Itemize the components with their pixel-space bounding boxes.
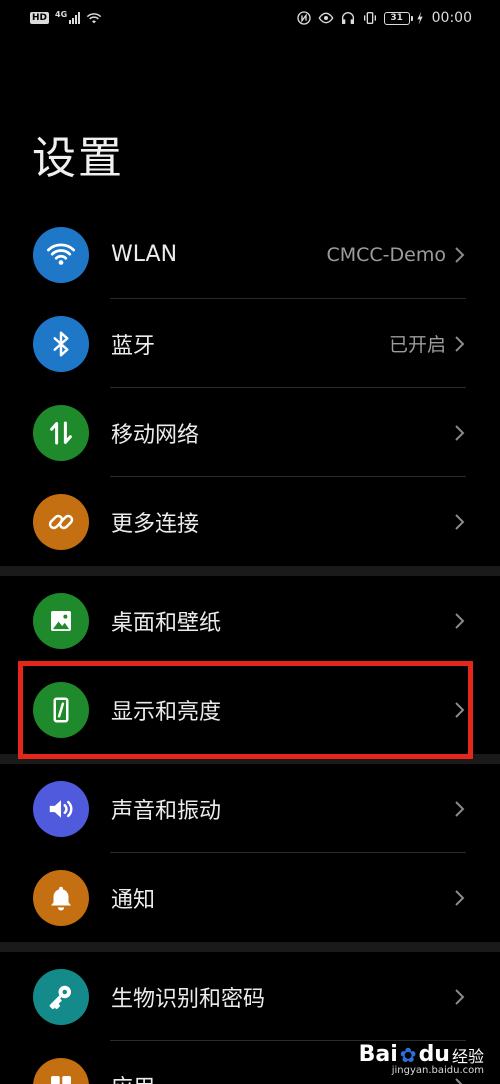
key-icon bbox=[49, 985, 71, 1009]
settings-item-label: 显示和亮度 bbox=[111, 699, 222, 725]
bluetooth-icon-badge bbox=[33, 315, 89, 372]
settings-group-display: 桌面和壁纸 显示和亮度 bbox=[0, 576, 500, 754]
settings-group-connectivity: WLAN CMCC-Demo 蓝牙 已开启 移动网络 更多连接 bbox=[0, 210, 500, 566]
page-title: 设置 bbox=[32, 133, 124, 184]
wallpaper-icon bbox=[51, 610, 71, 631]
chevron-right-icon bbox=[455, 889, 465, 906]
network-type: 4G bbox=[55, 9, 68, 19]
clock: 00:00 bbox=[431, 10, 472, 26]
chevron-right-icon bbox=[455, 513, 465, 530]
nfc-icon bbox=[296, 11, 311, 25]
status-bar: HD 4G 31 00:00 bbox=[0, 0, 500, 36]
chevron-right-icon bbox=[455, 988, 465, 1005]
charging-icon bbox=[416, 11, 423, 25]
vibrate-icon bbox=[363, 12, 376, 24]
settings-item-notifications[interactable]: 通知 bbox=[0, 853, 500, 942]
battery-icon: 31 bbox=[383, 11, 413, 25]
biometrics-icon-badge bbox=[33, 968, 89, 1025]
settings-item-label: 移动网络 bbox=[111, 422, 200, 448]
wlan-icon-badge bbox=[33, 226, 89, 283]
settings-screen: HD 4G 31 00:00 设置 WLAN CMCC-Demo 蓝牙 已开启 … bbox=[0, 0, 500, 1084]
signal-icon bbox=[69, 12, 81, 24]
settings-item-sound-vibration[interactable]: 声音和振动 bbox=[0, 764, 500, 853]
wallpaper-icon-badge bbox=[33, 592, 89, 649]
display-brightness-icon bbox=[53, 697, 69, 722]
settings-item-more-connections[interactable]: 更多连接 bbox=[0, 477, 500, 566]
watermark-brand: Bai bbox=[358, 1042, 398, 1067]
settings-item-label: 生物识别和密码 bbox=[111, 986, 266, 1012]
settings-list: WLAN CMCC-Demo 蓝牙 已开启 移动网络 更多连接 桌面和壁纸 显示… bbox=[0, 210, 500, 1084]
mobile-network-icon-badge bbox=[33, 404, 89, 461]
watermark-product: 经验 bbox=[451, 1046, 484, 1066]
settings-item-label: 通知 bbox=[111, 887, 156, 913]
apps-icon-badge bbox=[33, 1057, 89, 1084]
more-connections-icon-badge bbox=[33, 493, 89, 550]
link-icon bbox=[48, 514, 74, 529]
chevron-right-icon bbox=[455, 1077, 463, 1084]
settings-item-value: CMCC-Demo bbox=[326, 243, 446, 266]
chevron-right-icon bbox=[455, 612, 465, 629]
group-separator bbox=[0, 566, 500, 576]
settings-item-wlan[interactable]: WLAN CMCC-Demo bbox=[0, 210, 500, 299]
settings-item-mobile-network[interactable]: 移动网络 bbox=[0, 388, 500, 477]
settings-item-label: 桌面和壁纸 bbox=[111, 610, 222, 636]
battery-level: 31 bbox=[390, 13, 403, 23]
settings-item-wallpaper[interactable]: 桌面和壁纸 bbox=[0, 576, 500, 665]
settings-item-value: 已开启 bbox=[388, 334, 446, 356]
settings-item-label: WLAN bbox=[111, 242, 178, 267]
hd-badge: HD bbox=[30, 12, 50, 24]
status-left: HD 4G bbox=[30, 10, 102, 26]
display-icon-badge bbox=[33, 681, 89, 738]
settings-item-bluetooth[interactable]: 蓝牙 已开启 bbox=[0, 299, 500, 388]
settings-item-label: 蓝牙 bbox=[111, 333, 156, 359]
sound-icon bbox=[49, 799, 73, 818]
settings-item-biometrics-password[interactable]: 生物识别和密码 bbox=[0, 952, 500, 1041]
sound-icon-badge bbox=[33, 780, 89, 837]
watermark-brand-suffix: du bbox=[418, 1042, 450, 1067]
settings-item-display-brightness[interactable]: 显示和亮度 bbox=[0, 665, 500, 754]
watermark-logo: Bai ✿ du 经验 bbox=[359, 1042, 484, 1067]
group-separator bbox=[0, 942, 500, 952]
eye-comfort-icon bbox=[318, 12, 334, 24]
bell-icon bbox=[51, 886, 71, 910]
mobile-data-icon bbox=[50, 421, 72, 444]
baidu-jingyan-watermark: Bai ✿ du 经验 jingyan.baidu.com bbox=[359, 1042, 484, 1076]
status-right: 31 00:00 bbox=[296, 10, 472, 26]
headphone-icon bbox=[341, 12, 354, 24]
settings-item-label: 更多连接 bbox=[111, 511, 200, 537]
chevron-right-icon bbox=[455, 246, 465, 263]
settings-item-label: 声音和振动 bbox=[111, 798, 222, 824]
group-separator bbox=[0, 754, 500, 764]
notifications-icon-badge bbox=[33, 869, 89, 926]
chevron-right-icon bbox=[455, 424, 465, 441]
bluetooth-icon bbox=[53, 331, 69, 356]
paw-icon: ✿ bbox=[399, 1042, 417, 1067]
settings-group-sound: 声音和振动 通知 bbox=[0, 764, 500, 942]
apps-icon bbox=[51, 1075, 71, 1084]
chevron-right-icon bbox=[455, 335, 465, 352]
chevron-right-icon bbox=[455, 800, 465, 817]
wifi-icon bbox=[47, 243, 75, 265]
chevron-right-icon bbox=[455, 701, 465, 718]
wifi-status-icon bbox=[86, 13, 102, 24]
